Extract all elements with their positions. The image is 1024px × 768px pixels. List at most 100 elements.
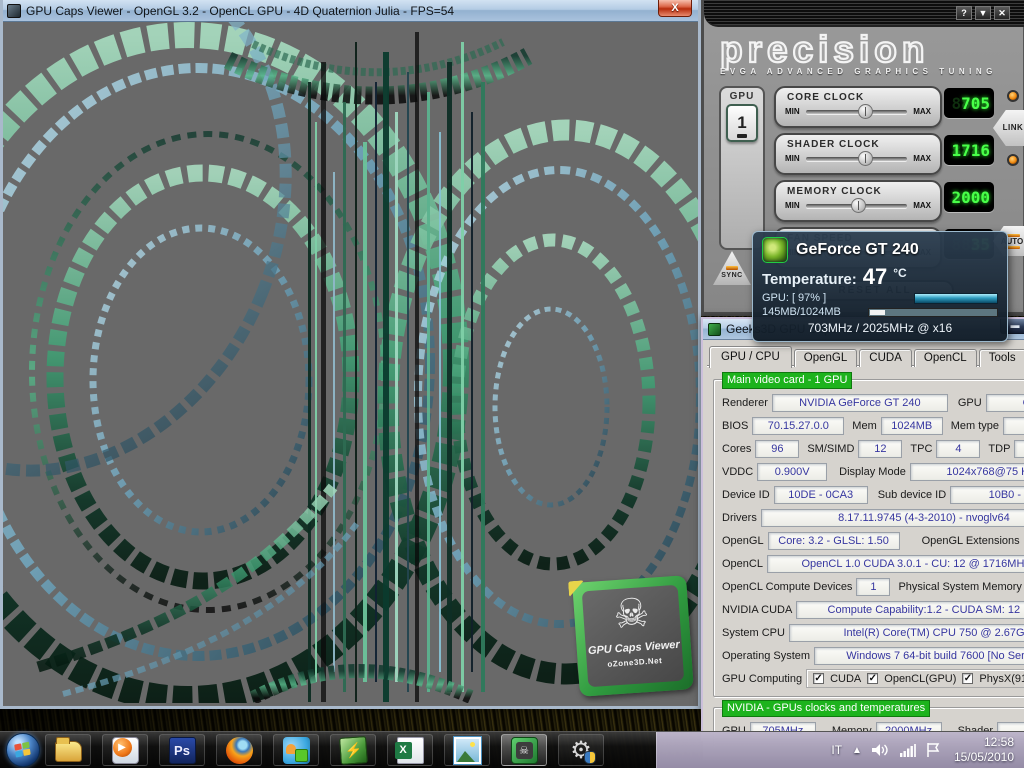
memory-clock-value: 2000 [951, 188, 990, 207]
media-player-button[interactable]: ▶ [102, 734, 148, 766]
network-icon[interactable] [900, 744, 916, 757]
tab-opencl[interactable]: OpenCL [914, 349, 977, 367]
clock-summary: 703MHz / 2025MHz @ x16 [762, 321, 998, 335]
field-label: OpenCL [719, 558, 767, 570]
min-label: MIN [785, 201, 800, 210]
max-label: MAX [913, 154, 931, 163]
taskbar: ▶ Ps ⚡ X ☠ ⚙ IT ▲ 12:58 15/05/2010 [0, 731, 1024, 768]
gpu-caps-viewer-button[interactable]: ☠ [501, 734, 547, 766]
sm-field[interactable]: 12 [858, 440, 902, 458]
tab-gpu-cpu[interactable]: GPU / CPU [709, 346, 792, 368]
temperature-value: 47 [863, 264, 887, 290]
gpu-computing-row: GPU Computing ✓ CUDA ✓ OpenCL(GPU) ✓ Phy… [719, 669, 1024, 688]
bios-field[interactable]: 70.15.27.0.0 [752, 417, 844, 435]
opencl-field[interactable]: OpenCL 1.0 CUDA 3.0.1 - CU: 12 @ 1716MHz… [767, 555, 1024, 573]
shader-clock-thumb[interactable] [858, 151, 873, 166]
tpc-field[interactable]: 4 [936, 440, 980, 458]
clock[interactable]: 12:58 15/05/2010 [950, 735, 1014, 765]
image-viewer-button[interactable] [444, 734, 490, 766]
help-button[interactable]: ? [956, 6, 972, 20]
mem-field[interactable]: 1024MB [881, 417, 943, 435]
close-button[interactable]: X [658, 0, 692, 17]
tdp-field[interactable] [1014, 440, 1024, 458]
device-id-row: Device ID 10DE - 0CA3 Sub device ID 10B0… [719, 485, 1024, 504]
checkbox-cuda[interactable]: ✓ [813, 673, 824, 684]
memory-clock-track[interactable] [806, 204, 908, 208]
renderer-row: Renderer NVIDIA GeForce GT 240 GPU GT21 [719, 393, 1024, 412]
cuda-field[interactable]: Compute Capability:1.2 - CUDA SM: 12 @ 1… [796, 601, 1024, 619]
gpu-caps-icon: ☠ [511, 737, 538, 764]
caps-client-area: GPU / CPU OpenGL CUDA OpenCL Tools About… [703, 340, 1024, 760]
messenger-icon [283, 737, 310, 764]
tray-expand-icon[interactable]: ▲ [852, 745, 862, 756]
bios-row: BIOS 70.15.27.0.0 Mem 1024MB Mem type GD [719, 416, 1024, 435]
sub-device-id-field[interactable]: 10B0 - 0801 [950, 486, 1024, 504]
os-field[interactable]: Windows 7 64-bit build 7600 [No Service … [814, 647, 1024, 665]
close-icon[interactable]: ✕ [994, 6, 1010, 20]
opencl-row: OpenCL OpenCL 1.0 CUDA 3.0.1 - CU: 12 @ … [719, 554, 1024, 573]
precision-header[interactable]: ? ▼ ✕ [704, 0, 1024, 27]
photo-icon [454, 737, 481, 764]
sync-button[interactable]: SYNC [713, 251, 751, 285]
firefox-icon [226, 737, 253, 764]
field-label: Device ID [719, 489, 774, 501]
checkbox-physx[interactable]: ✓ [962, 673, 973, 684]
gpu-computing-checks: ✓ CUDA ✓ OpenCL(GPU) ✓ PhysX(9100 [806, 669, 1024, 688]
media-player-icon: ▶ [112, 737, 139, 764]
shader-clock-track[interactable] [806, 157, 908, 161]
memory-clock-label: MEMORY CLOCK [787, 186, 940, 197]
photoshop-button[interactable]: Ps [159, 734, 205, 766]
tab-tools[interactable]: Tools [979, 349, 1024, 367]
excel-button[interactable]: X [387, 734, 433, 766]
start-button[interactable] [6, 733, 40, 767]
opengl-extensions-link[interactable]: OpenGL Extensions [900, 535, 1024, 547]
clock-time: 12:58 [954, 735, 1014, 750]
gpu1-button[interactable]: 1 [726, 104, 758, 142]
renderer-field[interactable]: NVIDIA GeForce GT 240 [772, 394, 948, 412]
action-center-flag-icon[interactable] [926, 743, 940, 757]
admin-tool-button[interactable]: ⚙ [558, 734, 604, 766]
temperature-label: Temperature: [762, 271, 857, 288]
volume-icon[interactable] [872, 743, 890, 757]
opencl-devices-row: OpenCL Compute Devices 1 Physical System… [719, 577, 1024, 596]
clock-date: 15/05/2010 [954, 750, 1014, 765]
max-label: MAX [913, 201, 931, 210]
reader-button[interactable]: ⚡ [330, 734, 376, 766]
link-button[interactable]: LINK [993, 110, 1024, 146]
memory-clock-thumb[interactable] [851, 198, 866, 213]
explorer-button[interactable] [45, 734, 91, 766]
desktop: GPU Caps Viewer - OpenGL 3.2 - OpenCL GP… [0, 0, 1024, 768]
display-mode-field[interactable]: 1024x768@75 Hz-32 [910, 463, 1024, 481]
gpu-field[interactable]: GT21 [986, 394, 1024, 412]
core-clock-track[interactable] [806, 110, 908, 114]
drivers-field[interactable]: 8.17.11.9745 (4-3-2010) - nvoglv64 [761, 509, 1024, 527]
minimize-button[interactable]: ▼ [975, 6, 991, 20]
field-label: Display Mode [827, 466, 910, 478]
messenger-button[interactable] [273, 734, 319, 766]
language-indicator[interactable]: IT [831, 743, 842, 757]
firefox-button[interactable] [216, 734, 262, 766]
tab-cuda[interactable]: CUDA [859, 349, 912, 367]
os-row: Operating System Windows 7 64-bit build … [719, 646, 1024, 665]
cores-row: Cores 96 SM/SIMD 12 TPC 4 TDP [719, 439, 1024, 458]
group-label: NVIDIA - GPUs clocks and temperatures [722, 700, 930, 717]
device-id-field[interactable]: 10DE - 0CA3 [774, 486, 868, 504]
cores-field[interactable]: 96 [755, 440, 799, 458]
nvidia-logo-icon [762, 237, 788, 263]
demo-titlebar[interactable]: GPU Caps Viewer - OpenGL 3.2 - OpenCL GP… [3, 0, 698, 22]
checkbox-physx-label: PhysX(9100 [979, 673, 1024, 685]
opengl-field[interactable]: Core: 3.2 - GLSL: 1.50 [768, 532, 900, 550]
checkbox-cuda-label: CUDA [830, 673, 861, 685]
vddc-field[interactable]: 0.900V [757, 463, 827, 481]
tab-opengl[interactable]: OpenGL [794, 349, 857, 367]
cpu-field[interactable]: Intel(R) Core(TM) CPU 750 @ 2.67GH [789, 624, 1024, 642]
shader-clock-value: 1716 [951, 141, 990, 160]
core-clock-thumb[interactable] [858, 104, 873, 119]
opencl-devices-field[interactable]: 1 [856, 578, 890, 596]
brand-subtitle: EVGA ADVANCED GRAPHICS TUNING [720, 67, 1024, 76]
core-clock-value: 705 [961, 94, 990, 113]
mem-type-field[interactable]: GD [1003, 417, 1024, 435]
checkbox-opencl[interactable]: ✓ [867, 673, 878, 684]
gpu-name: GeForce GT 240 [796, 241, 919, 259]
cpu-row: System CPU Intel(R) Core(TM) CPU 750 @ 2… [719, 623, 1024, 642]
